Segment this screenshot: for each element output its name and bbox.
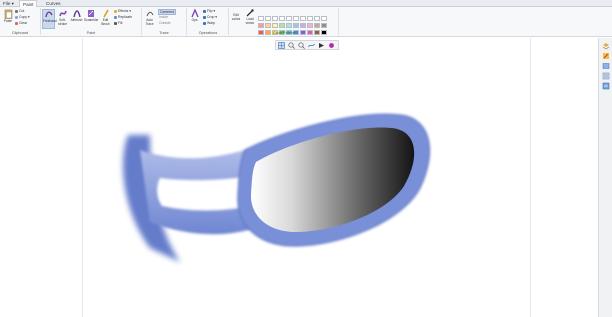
arrow-icon[interactable] <box>318 42 325 49</box>
brush-panel-icon[interactable] <box>602 52 610 60</box>
curve-icon[interactable] <box>308 42 315 49</box>
zoom-in-icon[interactable] <box>288 42 295 49</box>
export-icon[interactable] <box>602 82 610 90</box>
right-side-panel <box>598 38 612 317</box>
image-panel-icon[interactable] <box>602 62 610 70</box>
floating-toolbar <box>275 40 339 50</box>
color-icon[interactable] <box>328 42 335 49</box>
view-icon[interactable] <box>278 42 285 49</box>
history-icon[interactable] <box>602 72 610 80</box>
layers-icon[interactable] <box>602 42 610 50</box>
zoom-out-icon[interactable] <box>298 42 305 49</box>
